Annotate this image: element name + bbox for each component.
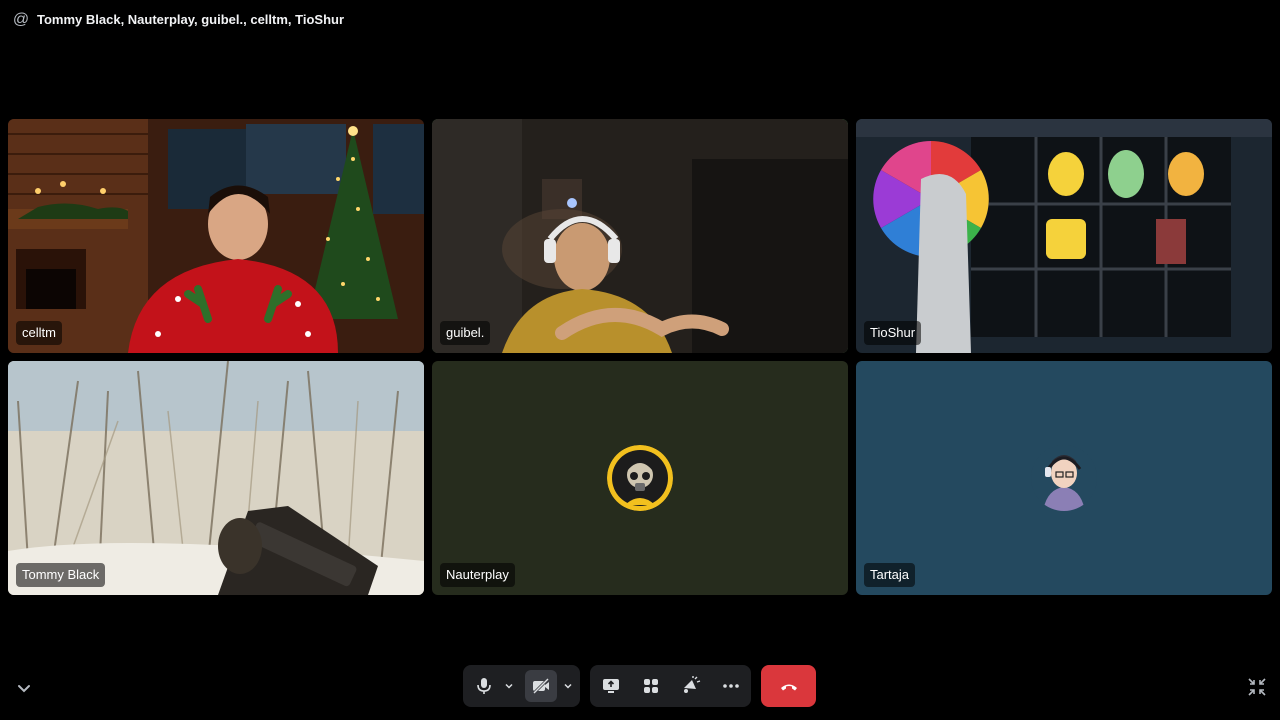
video-tile-tommy-black[interactable]: Tommy Black — [8, 361, 424, 595]
screen-share-button[interactable] — [598, 665, 624, 707]
avatar-tile-nauterplay[interactable]: Nauterplay — [432, 361, 848, 595]
collapse-chevron-down-icon[interactable] — [14, 678, 34, 698]
soundboard-icon — [684, 676, 701, 693]
microphone-options-button[interactable] — [501, 665, 517, 707]
participant-name: celltm — [16, 321, 62, 345]
microphone-icon — [477, 678, 491, 694]
tommy-black-stream-frame — [8, 361, 424, 595]
nauterplay-avatar — [607, 445, 673, 511]
call-header: @ Tommy Black, Nauterplay, guibel., cell… — [0, 0, 1280, 42]
disconnect-button[interactable] — [761, 665, 816, 707]
microphone-button[interactable] — [473, 665, 495, 707]
camera-options-button[interactable] — [560, 665, 576, 707]
camera-button[interactable] — [525, 670, 557, 702]
at-icon: @ — [12, 11, 30, 28]
activities-icon — [644, 679, 658, 693]
participant-name: guibel. — [440, 321, 491, 345]
video-tile-guibel[interactable]: guibel. — [432, 119, 848, 353]
video-tile-tioshur[interactable]: TioShur — [856, 119, 1272, 353]
participant-name: Tommy Black — [16, 563, 106, 587]
guibel-video-frame — [432, 119, 848, 353]
soundboard-button[interactable] — [678, 665, 704, 707]
exit-fullscreen-icon[interactable] — [1246, 676, 1268, 698]
call-action-controls — [590, 665, 751, 707]
voice-video-controls — [463, 665, 580, 707]
more-options-button[interactable] — [718, 665, 744, 707]
tartaja-avatar — [1031, 445, 1097, 511]
avatar-tile-tartaja[interactable]: Tartaja — [856, 361, 1272, 595]
camera-off-icon — [532, 677, 550, 695]
chevron-down-icon — [505, 683, 513, 689]
participant-name: Tartaja — [864, 563, 916, 587]
video-tile-celltm[interactable]: celltm — [8, 119, 424, 353]
more-icon — [723, 684, 739, 688]
tioshur-video-frame — [856, 119, 1272, 353]
celltm-video-frame — [8, 119, 424, 353]
call-participants-title: Tommy Black, Nauterplay, guibel., celltm… — [37, 12, 345, 27]
participant-name: Nauterplay — [440, 563, 515, 587]
activities-button[interactable] — [638, 665, 664, 707]
screen-share-icon — [603, 679, 619, 693]
hang-up-icon — [780, 684, 797, 691]
participant-name: TioShur — [864, 321, 922, 345]
chevron-down-icon — [564, 683, 572, 689]
